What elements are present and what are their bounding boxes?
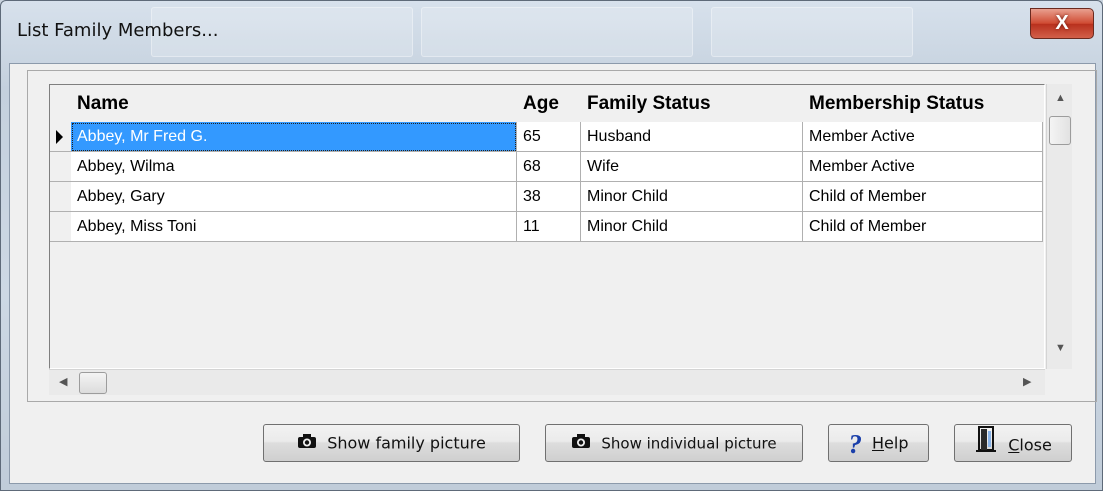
cell-family-status[interactable]: Minor Child [581, 212, 803, 242]
scroll-right-arrow-icon[interactable]: ▶ [1023, 375, 1031, 388]
row-indicator[interactable] [50, 212, 71, 242]
show-family-picture-label: Show family picture [327, 433, 486, 453]
vertical-scroll-thumb[interactable] [1049, 116, 1071, 145]
help-label: Help [872, 433, 909, 453]
column-header-age[interactable]: Age [517, 85, 581, 122]
cell-age[interactable]: 38 [517, 182, 581, 212]
help-button[interactable]: ? Help [828, 424, 929, 462]
grid-header: Name Age Family Status Membership Status [50, 85, 1044, 122]
cell-age[interactable]: 68 [517, 152, 581, 182]
title-bar[interactable]: List Family Members... X [1, 1, 1102, 63]
camera-icon [297, 426, 317, 462]
cell-name[interactable]: Abbey, Wilma [71, 152, 517, 182]
horizontal-scroll-thumb[interactable] [79, 372, 107, 394]
table-row[interactable]: Abbey, Gary 38 Minor Child Child of Memb… [50, 182, 1044, 212]
camera-icon [571, 426, 591, 462]
cell-membership-status[interactable]: Member Active [803, 122, 1043, 152]
table-row[interactable]: Abbey, Wilma 68 Wife Member Active [50, 152, 1044, 182]
column-header-family-status[interactable]: Family Status [581, 85, 803, 122]
cell-membership-status[interactable]: Child of Member [803, 212, 1043, 242]
current-row-arrow-icon [56, 130, 63, 144]
row-indicator[interactable] [50, 152, 71, 182]
show-individual-picture-label: Show individual picture [601, 434, 777, 453]
show-family-picture-button[interactable]: Show family picture [263, 424, 520, 462]
row-indicator[interactable] [50, 182, 71, 212]
cell-name[interactable]: Abbey, Miss Toni [71, 212, 517, 242]
cell-family-status[interactable]: Minor Child [581, 182, 803, 212]
horizontal-scrollbar[interactable]: ◀ ▶ [49, 369, 1045, 395]
scroll-down-arrow-icon[interactable]: ▼ [1055, 342, 1066, 354]
cell-age[interactable]: 11 [517, 212, 581, 242]
scroll-left-arrow-icon[interactable]: ◀ [59, 375, 67, 388]
column-header-name[interactable]: Name [71, 85, 517, 122]
vertical-scrollbar[interactable]: ▲ ▼ [1046, 84, 1072, 369]
close-label: Close [1008, 435, 1052, 455]
cell-family-status[interactable]: Wife [581, 152, 803, 182]
table-row[interactable]: Abbey, Mr Fred G. 65 Husband Member Acti… [50, 122, 1044, 152]
cell-membership-status[interactable]: Member Active [803, 152, 1043, 182]
row-indicator[interactable] [50, 122, 71, 152]
cell-name[interactable]: Abbey, Mr Fred G. [71, 122, 517, 152]
cell-age[interactable]: 65 [517, 122, 581, 152]
cell-membership-status[interactable]: Child of Member [803, 182, 1043, 212]
scroll-up-arrow-icon[interactable]: ▲ [1055, 92, 1066, 104]
background-window-blur [711, 7, 913, 57]
door-exit-icon [974, 425, 998, 466]
cell-name[interactable]: Abbey, Gary [71, 182, 517, 212]
column-header-membership-status[interactable]: Membership Status [803, 85, 1044, 122]
table-row[interactable]: Abbey, Miss Toni 11 Minor Child Child of… [50, 212, 1044, 242]
background-window-blur [421, 7, 693, 57]
show-individual-picture-button[interactable]: Show individual picture [545, 424, 803, 462]
window-close-button[interactable]: X [1030, 8, 1094, 39]
dialog-window: List Family Members... X Name Age Family… [0, 0, 1103, 491]
question-icon: ? [848, 428, 863, 459]
close-button[interactable]: Close [954, 424, 1072, 462]
window-title: List Family Members... [17, 20, 219, 41]
family-members-grid[interactable]: Name Age Family Status Membership Status… [49, 84, 1045, 369]
cell-family-status[interactable]: Husband [581, 122, 803, 152]
